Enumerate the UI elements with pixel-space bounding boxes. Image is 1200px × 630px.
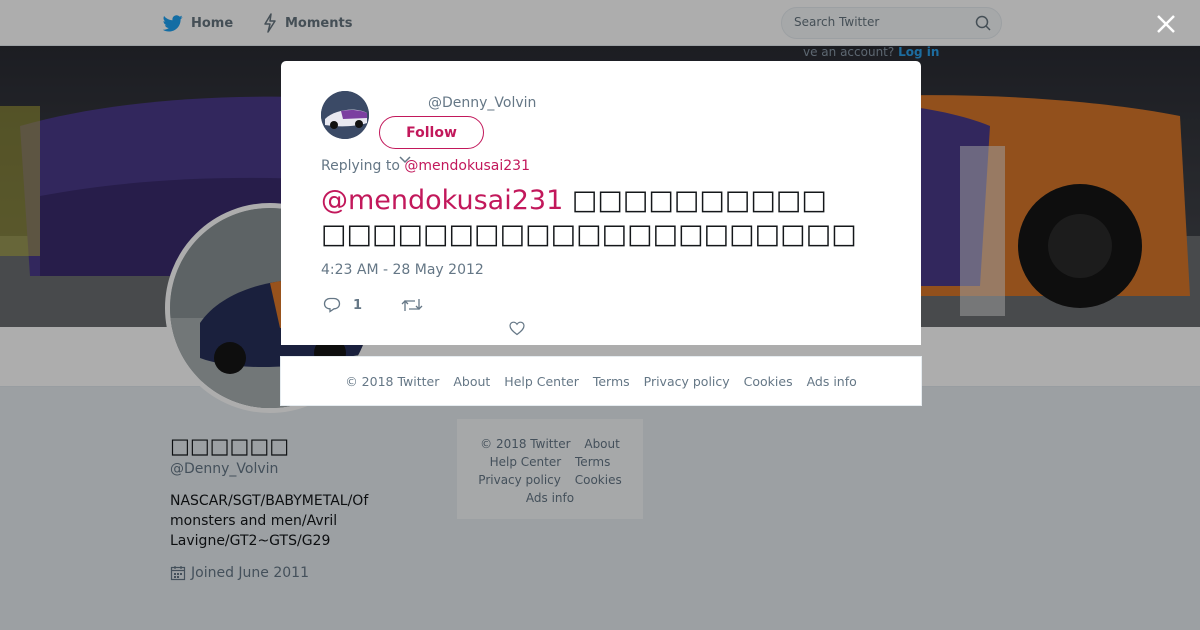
- retweet-action[interactable]: [401, 297, 423, 313]
- footer-help-link[interactable]: Help Center: [504, 374, 579, 389]
- tweet-timestamp[interactable]: 4:23 AM - 28 May 2012: [321, 262, 484, 278]
- heart-icon: [509, 321, 525, 336]
- reply-action[interactable]: 1: [323, 297, 362, 313]
- footer-terms-link[interactable]: Terms: [593, 374, 630, 389]
- tweet-text-line2: □□□□□□□□□□□□□□□□□□□□□: [321, 219, 857, 250]
- footer-ads-link[interactable]: Ads info: [807, 374, 857, 389]
- footer-privacy-link[interactable]: Privacy policy: [644, 374, 730, 389]
- tweet-author-avatar[interactable]: [321, 91, 369, 139]
- footer-about-link[interactable]: About: [453, 374, 490, 389]
- modal-footer: © 2018 Twitter About Help Center Terms P…: [280, 356, 922, 406]
- tweet-mention-link[interactable]: @mendokusai231: [321, 185, 563, 216]
- tweet-modal: @Denny_Volvin Follow Replying to @mendok…: [281, 61, 921, 345]
- login-hint: ve an account? Log in: [803, 45, 939, 59]
- retweet-icon: [401, 299, 423, 311]
- close-modal-button[interactable]: [1154, 12, 1178, 36]
- login-link[interactable]: Log in: [898, 45, 939, 59]
- close-icon: [1157, 15, 1175, 33]
- replying-to-link[interactable]: @mendokusai231: [404, 158, 530, 174]
- footer-copyright: © 2018 Twitter: [345, 374, 440, 389]
- replying-to: Replying to @mendokusai231: [321, 158, 530, 174]
- tweet-text-line1: □□□□□□□□□□: [571, 185, 827, 216]
- follow-button[interactable]: Follow: [379, 116, 484, 149]
- reply-icon: [323, 297, 341, 313]
- footer-cookies-link[interactable]: Cookies: [744, 374, 793, 389]
- reply-count: 1: [353, 297, 363, 313]
- tweet-author-handle[interactable]: @Denny_Volvin: [428, 95, 536, 111]
- replying-to-prefix: Replying to: [321, 158, 400, 174]
- tweet-text: @mendokusai231 □□□□□□□□□□ □□□□□□□□□□□□□□…: [321, 184, 881, 252]
- login-hint-text: ve an account?: [803, 45, 895, 59]
- like-action[interactable]: [509, 321, 525, 336]
